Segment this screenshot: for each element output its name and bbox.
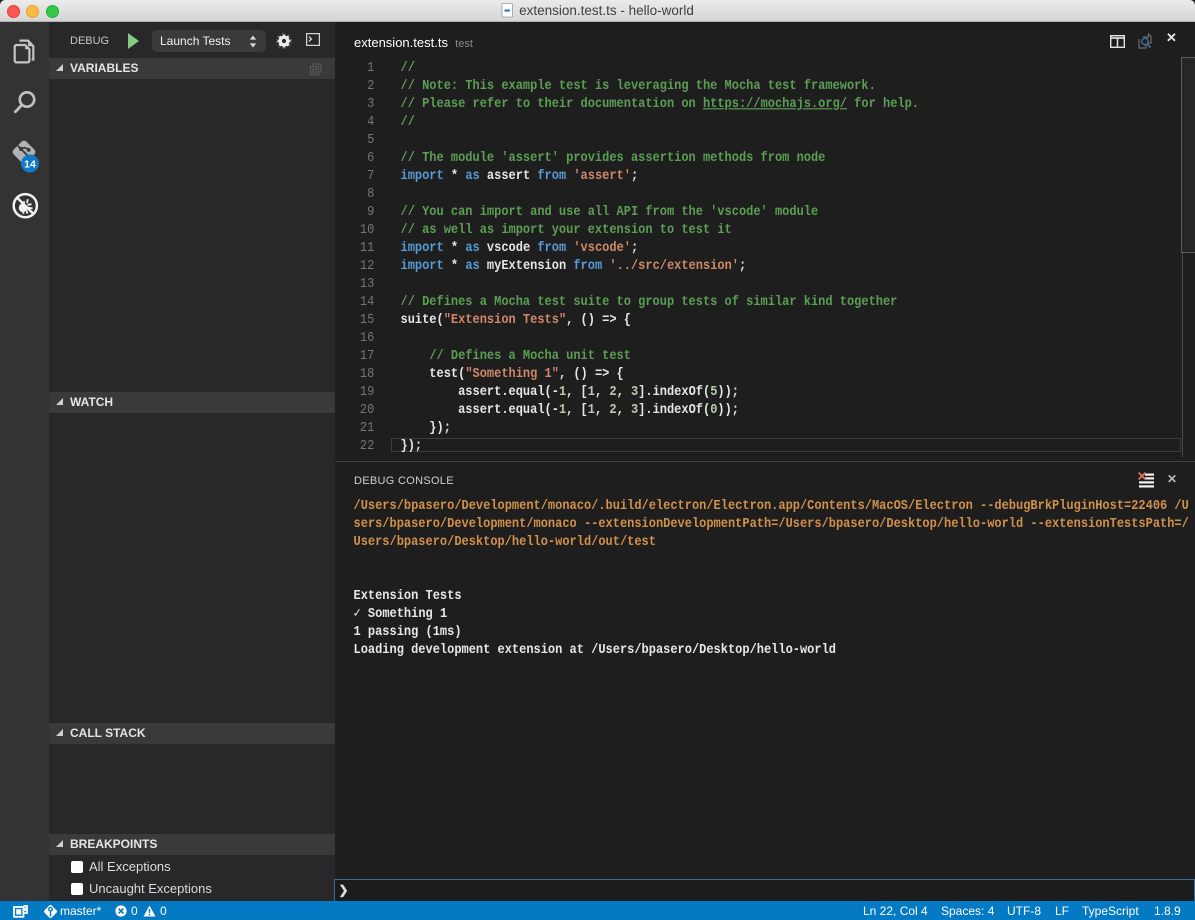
svg-text:14: 14: [24, 159, 36, 171]
